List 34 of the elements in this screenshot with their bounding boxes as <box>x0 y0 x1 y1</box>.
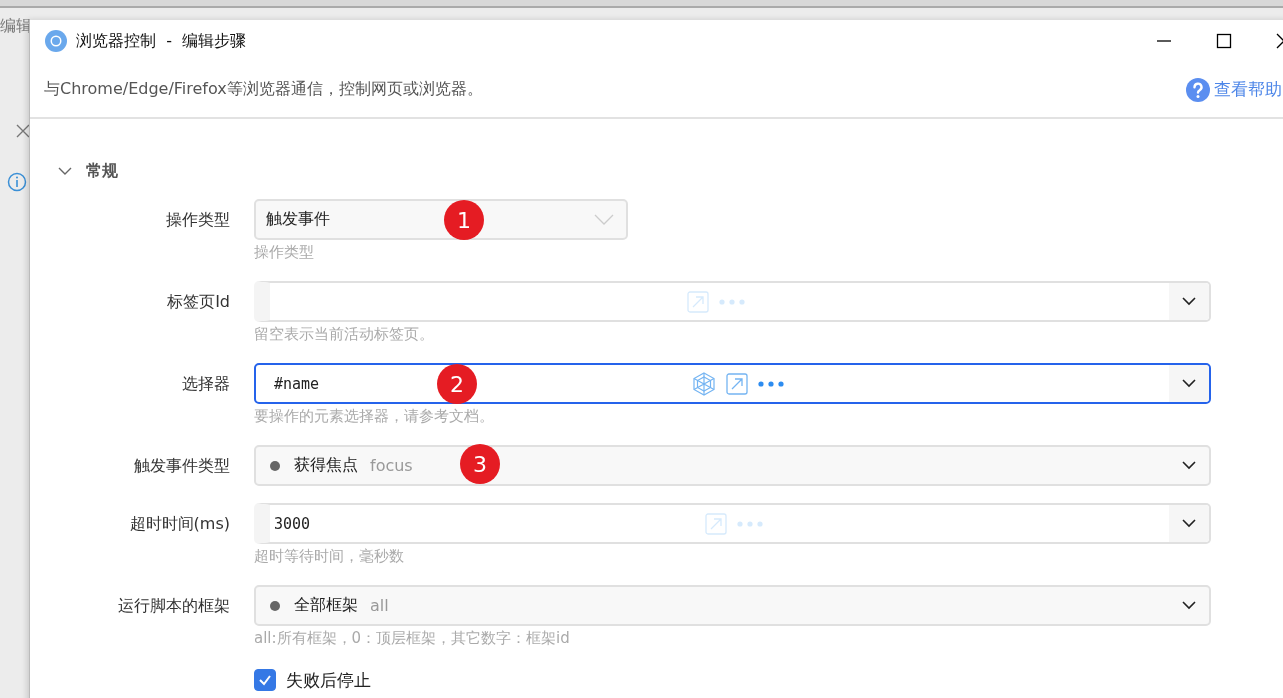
bullet-icon <box>270 600 280 611</box>
field-hint: all:所有框架，0：顶层框架，其它数字：框架id <box>254 628 571 649</box>
bullet-icon <box>270 460 280 471</box>
section-title: 常规 <box>86 160 118 182</box>
maximize-icon[interactable] <box>1216 33 1232 49</box>
window-title: 浏览器控制 - 编辑步骤 <box>76 30 247 52</box>
more-icon[interactable] <box>758 380 785 387</box>
field-label: 标签页Id <box>166 291 231 313</box>
chevron-down-icon <box>1182 461 1196 470</box>
expand-icon[interactable] <box>726 372 749 395</box>
field-label: 运行脚本的框架 <box>117 595 231 617</box>
chevron-down-icon <box>1182 297 1196 306</box>
chevron-down-icon <box>1182 601 1196 610</box>
field-hint: 留空表示当前活动标签页。 <box>254 324 435 345</box>
chevron-down-icon <box>1182 379 1196 388</box>
chevron-icon <box>594 213 614 226</box>
web-icon[interactable] <box>692 371 717 396</box>
description-text: 与Chrome/Edge/Firefox等浏览器通信，控制网页或浏览器。 <box>44 79 483 100</box>
dropdown[interactable]: 全部框架 all <box>254 585 1211 626</box>
field-hint: 操作类型 <box>254 242 315 263</box>
section-header[interactable]: 常规 <box>30 159 118 183</box>
field-hint: 要操作的元素选择器，请参考文档。 <box>254 406 495 427</box>
browser-logo-icon <box>44 29 68 53</box>
checkbox[interactable]: 失败后停止 <box>254 667 371 693</box>
field-hint: 超时等待时间，毫秒数 <box>254 546 405 567</box>
field-label: 操作类型 <box>165 209 231 231</box>
info-icon <box>7 172 27 192</box>
field-label: 选择器 <box>181 373 231 395</box>
help-link[interactable]: 查看帮助 <box>1186 77 1282 102</box>
chevron-down-icon <box>1182 519 1196 528</box>
checkbox-icon <box>254 669 276 691</box>
help-icon <box>1186 77 1210 102</box>
field-label: 触发事件类型 <box>133 455 231 477</box>
field-label: 超时时间(ms) <box>128 513 231 535</box>
